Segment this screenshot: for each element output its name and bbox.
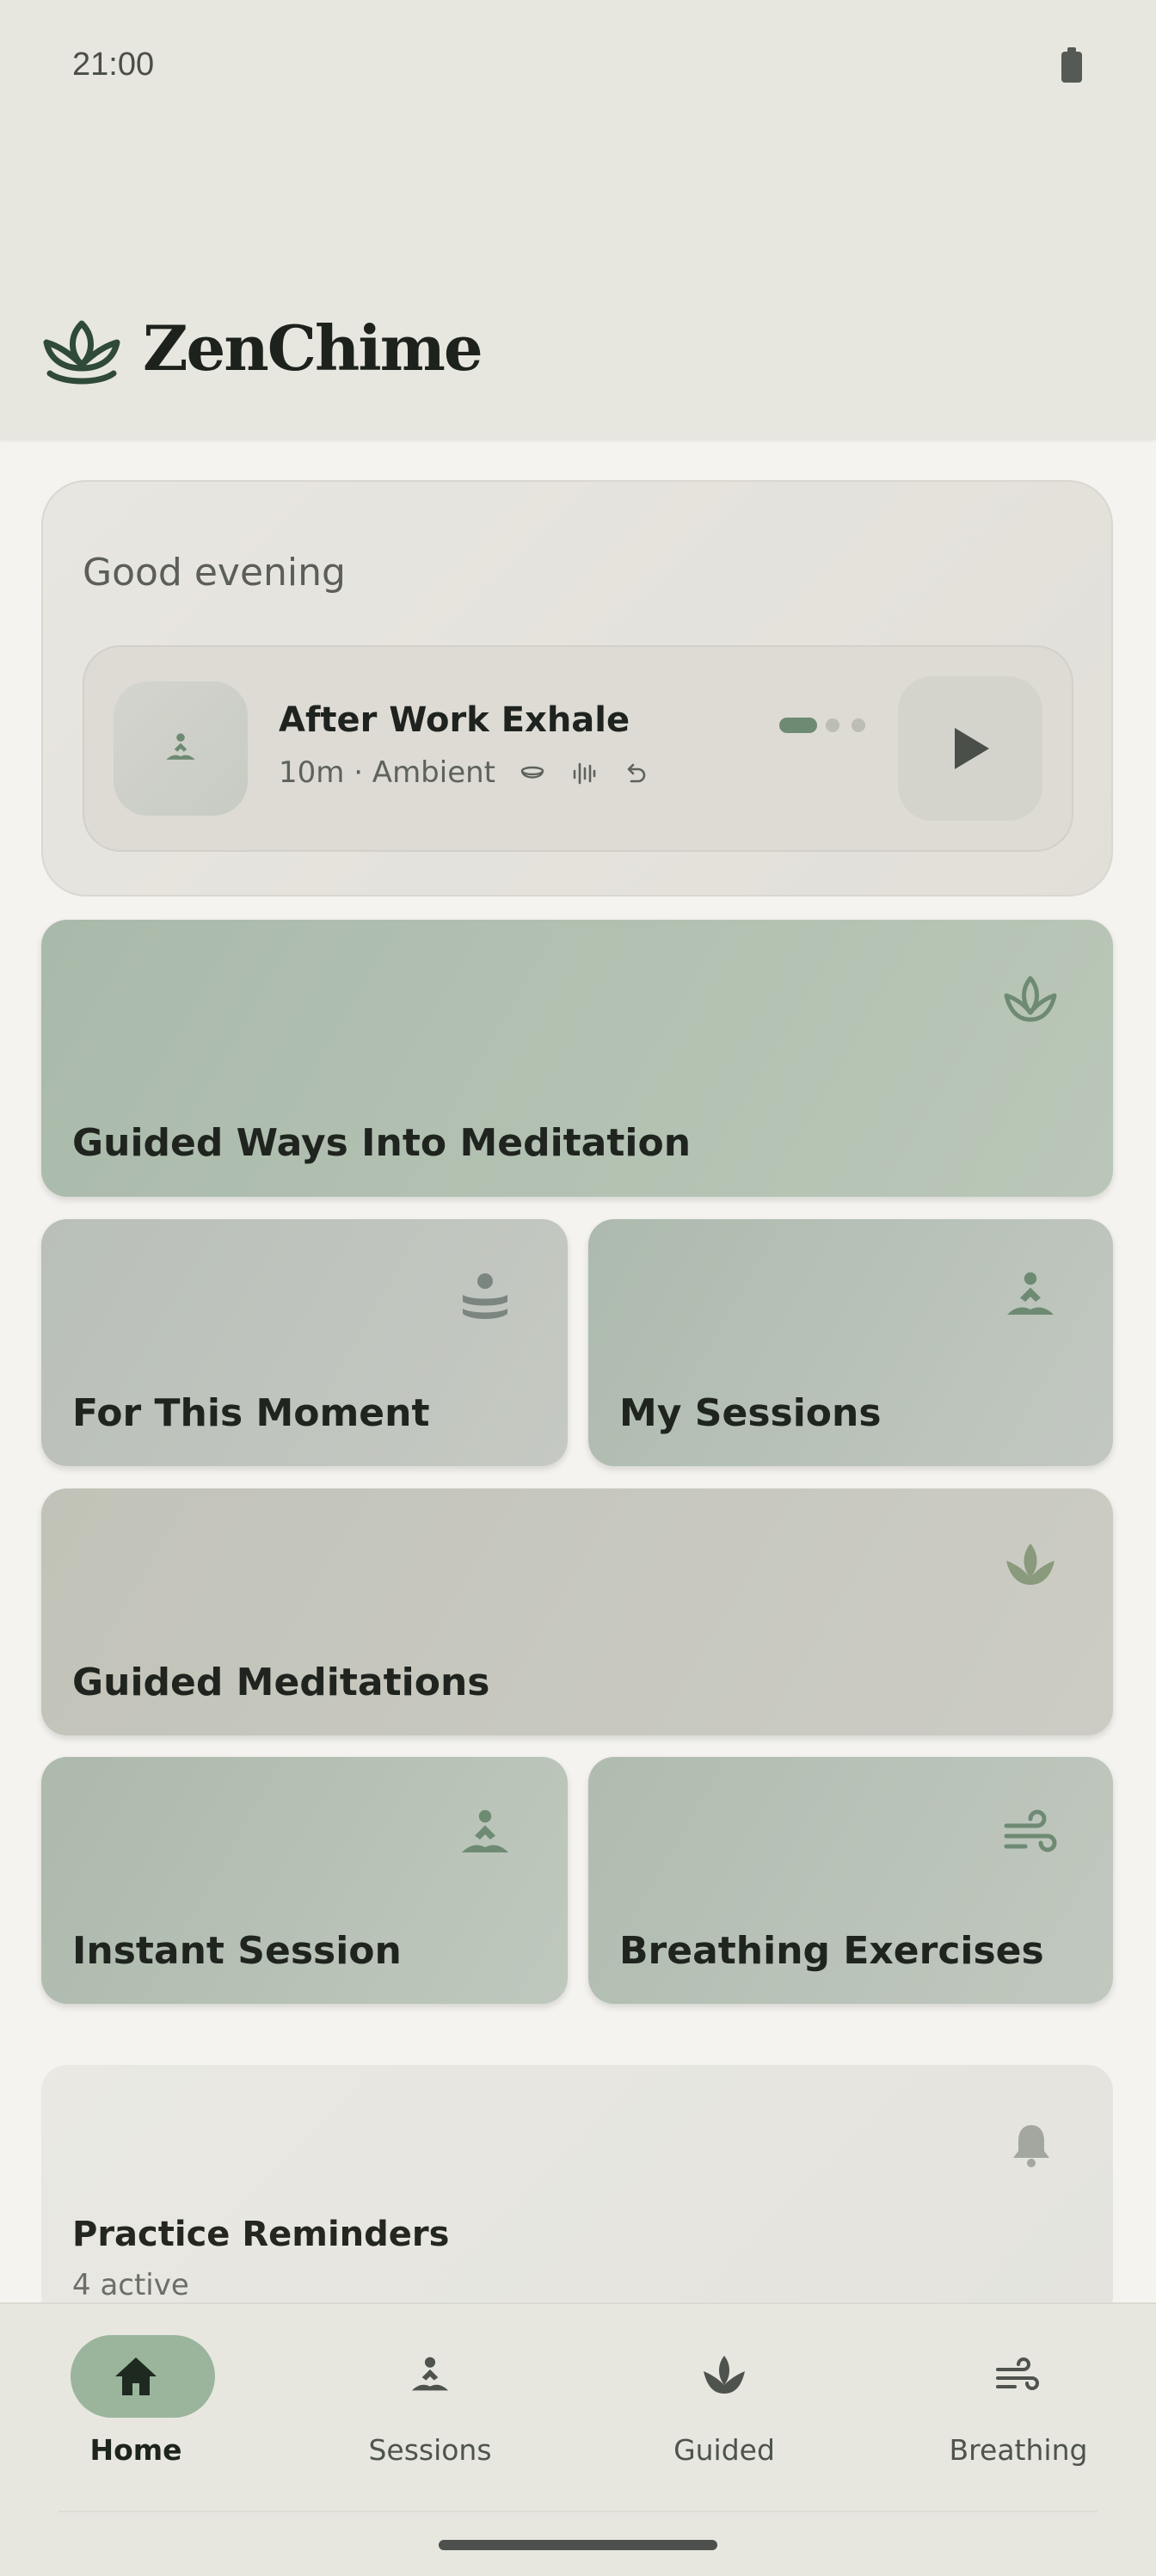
- lotus-icon: [704, 2356, 745, 2394]
- tile-my-sessions[interactable]: My Sessions: [588, 1219, 1113, 1466]
- tile-label: My Sessions: [619, 1391, 882, 1435]
- play-button[interactable]: [898, 676, 1042, 821]
- practice-reminders-card[interactable]: [41, 2065, 1113, 2323]
- bell-icon: [1013, 2125, 1049, 2167]
- battery-icon: [1061, 47, 1082, 83]
- singing-bowl-icon: [520, 766, 544, 779]
- tile-guided-ways[interactable]: Guided Ways Into Meditation: [41, 920, 1113, 1197]
- tile-guided-meditations[interactable]: Guided Meditations: [41, 1488, 1113, 1735]
- nav-item-guided[interactable]: Guided: [595, 2335, 853, 2467]
- tile-for-this-moment[interactable]: For This Moment: [41, 1219, 568, 1466]
- lotus-outline-icon: [1004, 976, 1057, 1022]
- reminders-count: 4 active: [72, 2268, 189, 2302]
- lotus-icon: [1006, 1544, 1055, 1585]
- now-playing-feature-icons: [520, 757, 649, 792]
- nav-label-breathing: Breathing: [949, 2433, 1088, 2467]
- meditation-icon: [462, 1809, 508, 1852]
- tile-breathing-exercises[interactable]: Breathing Exercises: [588, 1757, 1113, 2004]
- meditation-icon: [166, 733, 195, 760]
- nav-item-breathing[interactable]: Breathing: [889, 2335, 1147, 2467]
- play-icon: [955, 728, 989, 769]
- tile-label: For This Moment: [72, 1391, 430, 1435]
- waveform-icon: [573, 762, 596, 785]
- tile-label: Instant Session: [72, 1929, 402, 1973]
- home-icon: [115, 2357, 157, 2395]
- tile-label: Guided Ways Into Meditation: [72, 1121, 692, 1165]
- nav-divider: [58, 2511, 1098, 2512]
- wind-icon: [996, 2357, 1039, 2390]
- repeat-icon: [627, 763, 646, 783]
- now-playing-thumbnail: [114, 681, 248, 816]
- tile-label: Breathing Exercises: [619, 1929, 1044, 1973]
- nav-label-sessions: Sessions: [368, 2433, 492, 2467]
- lotus-icon: [43, 320, 120, 385]
- reminders-title: Practice Reminders: [72, 2215, 450, 2254]
- meditation-icon: [412, 2357, 448, 2391]
- tile-label: Guided Meditations: [72, 1661, 490, 1704]
- app-title: ZenChime: [143, 311, 483, 385]
- nav-item-home[interactable]: Home: [7, 2335, 265, 2467]
- nav-label-guided: Guided: [673, 2433, 775, 2467]
- gesture-handle[interactable]: [439, 2540, 717, 2550]
- calm-person-icon: [463, 1273, 507, 1319]
- greeting-text: Good evening: [83, 551, 346, 595]
- nav-item-sessions[interactable]: Sessions: [301, 2335, 559, 2467]
- nav-label-home: Home: [89, 2433, 182, 2467]
- wind-icon: [1004, 1809, 1057, 1852]
- tile-instant-session[interactable]: Instant Session: [41, 1757, 568, 2004]
- now-playing-subtitle: 10m · Ambient: [279, 755, 496, 790]
- page-indicator: [779, 718, 865, 733]
- now-playing-title: After Work Exhale: [279, 700, 630, 740]
- meditation-icon: [1007, 1272, 1054, 1315]
- status-time: 21:00: [72, 46, 155, 83]
